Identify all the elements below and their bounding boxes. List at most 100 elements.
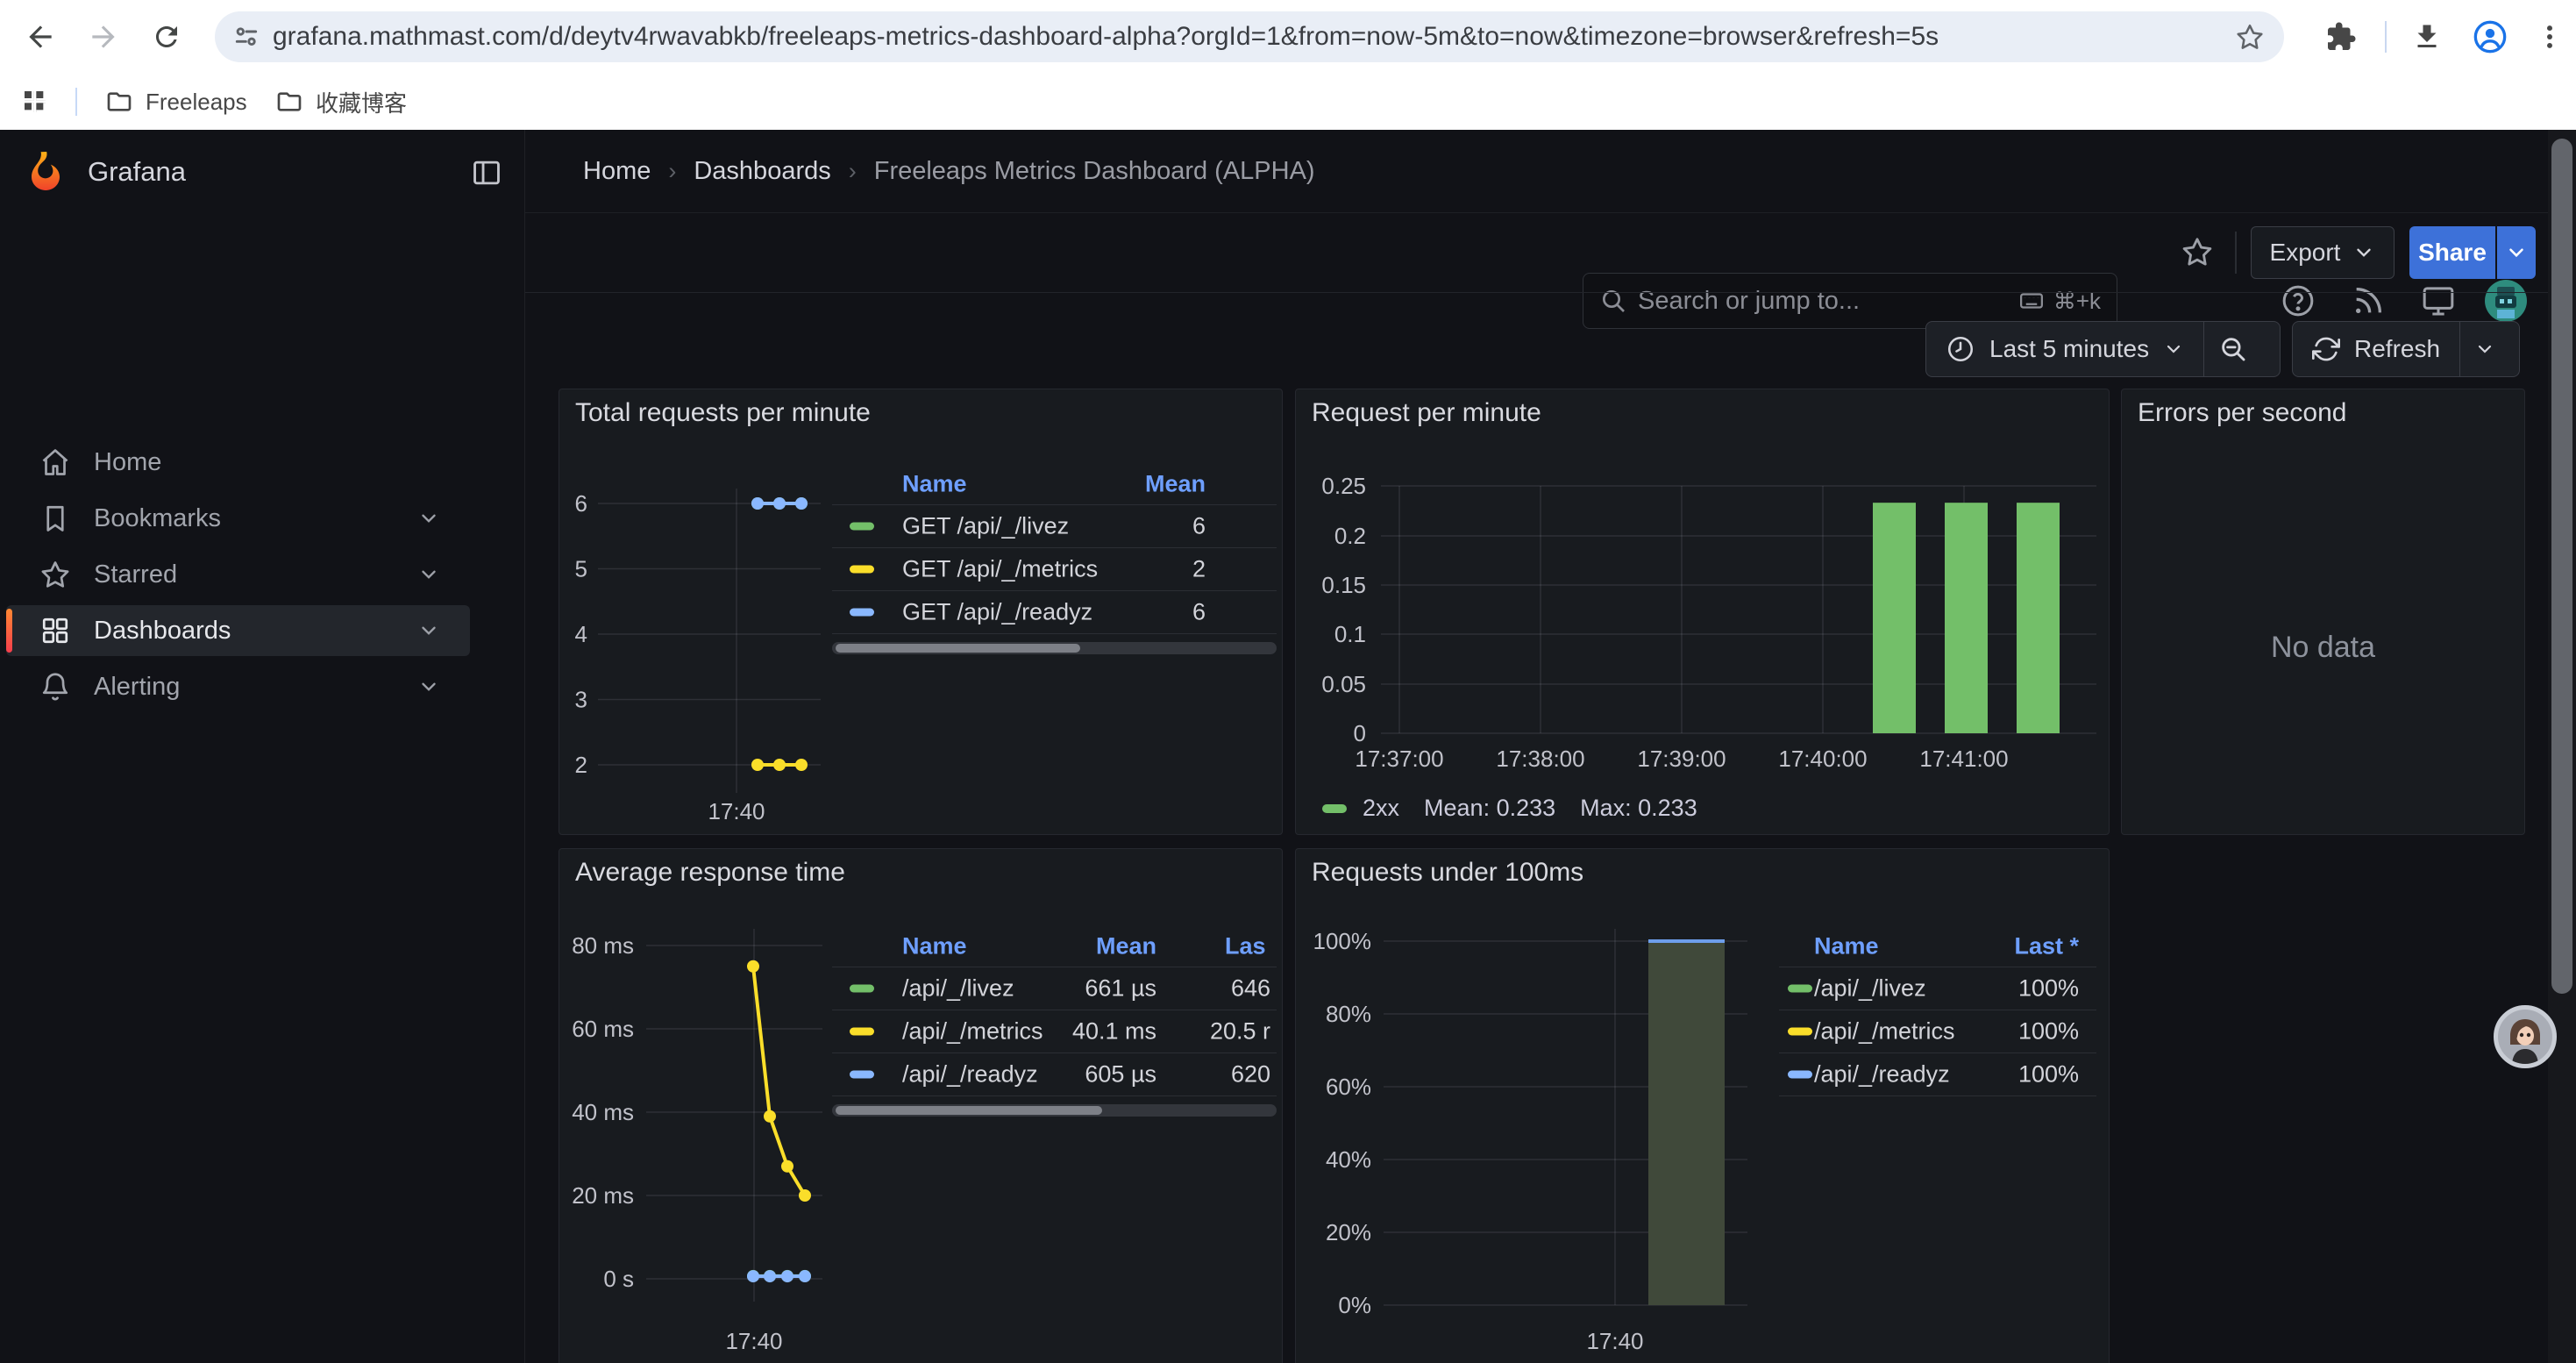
svg-text:20 ms: 20 ms [572, 1182, 634, 1209]
zoom-out-button[interactable] [2204, 322, 2262, 376]
svg-text:0 s: 0 s [603, 1266, 634, 1292]
sidebar-item-bookmarks[interactable]: Bookmarks [6, 493, 470, 544]
legend-row[interactable]: /api/_/metrics40.1 ms20.5 r [832, 1010, 1277, 1053]
svg-text:40%: 40% [1326, 1146, 1371, 1173]
legend-row[interactable]: /api/_/metrics100% [1779, 1010, 2096, 1053]
refresh-group: Refresh [2292, 321, 2520, 377]
svg-text:0: 0 [1354, 720, 1366, 746]
apps-grid-button[interactable] [14, 81, 56, 123]
toolbar-divider-line [525, 292, 2576, 293]
dock-menu-button[interactable] [470, 156, 503, 194]
time-range-picker[interactable]: Last 5 minutes [1926, 322, 2203, 376]
back-button[interactable] [19, 16, 61, 58]
panel-title[interactable]: Requests under 100ms [1312, 858, 1583, 888]
assistant-avatar-image [2498, 1010, 2552, 1064]
chevron-down-icon[interactable] [417, 675, 440, 703]
chevron-down-icon[interactable] [417, 563, 440, 590]
export-label: Export [2270, 239, 2341, 267]
reload-button[interactable] [146, 16, 188, 58]
reload-icon [151, 21, 182, 53]
panel-title[interactable]: Errors per second [2138, 398, 2346, 428]
refresh-icon [2312, 335, 2340, 363]
legend-row[interactable]: GET /api/_/livez6 [832, 504, 1277, 547]
chevron-down-icon [2352, 241, 2375, 264]
series-swatch [850, 1028, 874, 1036]
refresh-button[interactable]: Refresh [2293, 322, 2459, 376]
svg-text:0.25: 0.25 [1321, 473, 1366, 499]
refresh-interval-button[interactable] [2460, 322, 2509, 376]
series-name[interactable]: 2xx [1363, 795, 1399, 822]
grafana-brand[interactable]: Grafana [88, 156, 186, 188]
news-button[interactable] [2348, 281, 2388, 321]
chevron-down-icon [2474, 339, 2495, 360]
bookmarks-bar: Freeleaps 收藏博客 [0, 74, 2576, 130]
page-scrollbar[interactable] [2548, 130, 2576, 1363]
legend-scrollbar[interactable] [832, 642, 1277, 654]
scrollbar-thumb[interactable] [2551, 139, 2572, 994]
export-button[interactable]: Export [2251, 226, 2395, 279]
legend-row[interactable]: /api/_/livez661 µs646 [832, 967, 1277, 1010]
legend-row[interactable]: GET /api/_/readyz6 [832, 590, 1277, 633]
chart-svg: 0.250.20.150.10.05017:37:0017:38:0017:39… [1296, 439, 2110, 789]
bookmark-label: Freeleaps [146, 89, 247, 116]
breadcrumb: Home › Dashboards › Freeleaps Metrics Da… [583, 130, 1315, 212]
user-avatar[interactable] [2485, 280, 2527, 326]
sidebar-item-dashboards[interactable]: Dashboards [6, 605, 470, 656]
bookmark-folder-freeleaps[interactable]: Freeleaps [93, 81, 260, 123]
breadcrumb-home[interactable]: Home [583, 157, 651, 186]
forward-button[interactable] [82, 16, 125, 58]
panel-title[interactable]: Average response time [575, 858, 845, 888]
svg-text:0.1: 0.1 [1334, 621, 1366, 647]
zoom-out-icon [2218, 334, 2248, 364]
panel-title[interactable]: Request per minute [1312, 398, 1541, 428]
bookmark-star-icon[interactable] [2235, 22, 2265, 52]
legend-row[interactable]: /api/_/livez100% [1779, 967, 2096, 1010]
avatar-image [2485, 280, 2527, 322]
sidebar-item-label: Starred [94, 560, 177, 589]
svg-text:6: 6 [575, 490, 587, 517]
legend-row[interactable]: /api/_/readyz100% [1779, 1053, 2096, 1095]
share-menu-button[interactable] [2497, 226, 2536, 279]
browser-menu-button[interactable] [2529, 16, 2571, 58]
legend-table[interactable]: NameMeanGET /api/_/livez6GET /api/_/metr… [832, 464, 1277, 654]
floating-assistant-avatar[interactable] [2494, 1005, 2557, 1068]
kiosk-mode-button[interactable] [2418, 281, 2459, 321]
svg-text:80 ms: 80 ms [572, 932, 634, 959]
sidebar-item-home[interactable]: Home [6, 437, 470, 488]
svg-text:60%: 60% [1326, 1074, 1371, 1100]
extensions-icon[interactable] [2320, 16, 2362, 58]
help-button[interactable] [2278, 281, 2318, 321]
legend-scrollbar[interactable] [832, 1104, 1277, 1117]
sidebar-item-label: Bookmarks [94, 504, 221, 533]
chevron-down-icon[interactable] [417, 619, 440, 646]
site-settings-icon[interactable] [232, 23, 260, 51]
legend-header: NameMean [832, 464, 1277, 504]
legend-table[interactable]: NameLast */api/_/livez100%/api/_/metrics… [1779, 926, 2096, 1096]
series-legend[interactable]: 2xx Mean: 0.233 Max: 0.233 [1322, 795, 1722, 822]
breadcrumb-dashboards[interactable]: Dashboards [694, 157, 830, 186]
sidebar-item-starred[interactable]: Starred [6, 549, 470, 600]
sidebar-item-alerting[interactable]: Alerting [6, 661, 470, 712]
forward-icon [87, 20, 120, 54]
series-swatch [1788, 1071, 1812, 1079]
chevron-down-icon[interactable] [417, 507, 440, 534]
legend-row[interactable]: /api/_/readyz605 µs620 [832, 1053, 1277, 1095]
favorite-dashboard-button[interactable] [2181, 235, 2214, 273]
legend-table[interactable]: NameMeanLas/api/_/livez661 µs646/api/_/m… [832, 926, 1277, 1117]
svg-text:0%: 0% [1338, 1292, 1371, 1318]
legend-row[interactable]: GET /api/_/metrics2 [832, 547, 1277, 590]
kebab-menu-icon [2535, 22, 2565, 52]
panel-total-requests-per-minute: Total requests per minute 6543217:40 Nam… [559, 389, 1283, 835]
downloads-button[interactable] [2406, 16, 2448, 58]
url-bar[interactable]: grafana.mathmast.com/d/deytv4rwavabkb/fr… [215, 11, 2284, 62]
chart-svg: 6543217:40 [566, 467, 838, 835]
share-button[interactable]: Share [2409, 226, 2495, 279]
grafana-logo[interactable] [25, 149, 67, 196]
rss-icon [2351, 283, 2386, 318]
bookmark-label: 收藏博客 [316, 86, 407, 118]
profile-icon [2473, 19, 2508, 54]
profile-button[interactable] [2469, 16, 2511, 58]
bookmark-folder-blogs[interactable]: 收藏博客 [263, 81, 419, 123]
panel-title[interactable]: Total requests per minute [575, 398, 871, 428]
folder-icon [275, 88, 303, 116]
